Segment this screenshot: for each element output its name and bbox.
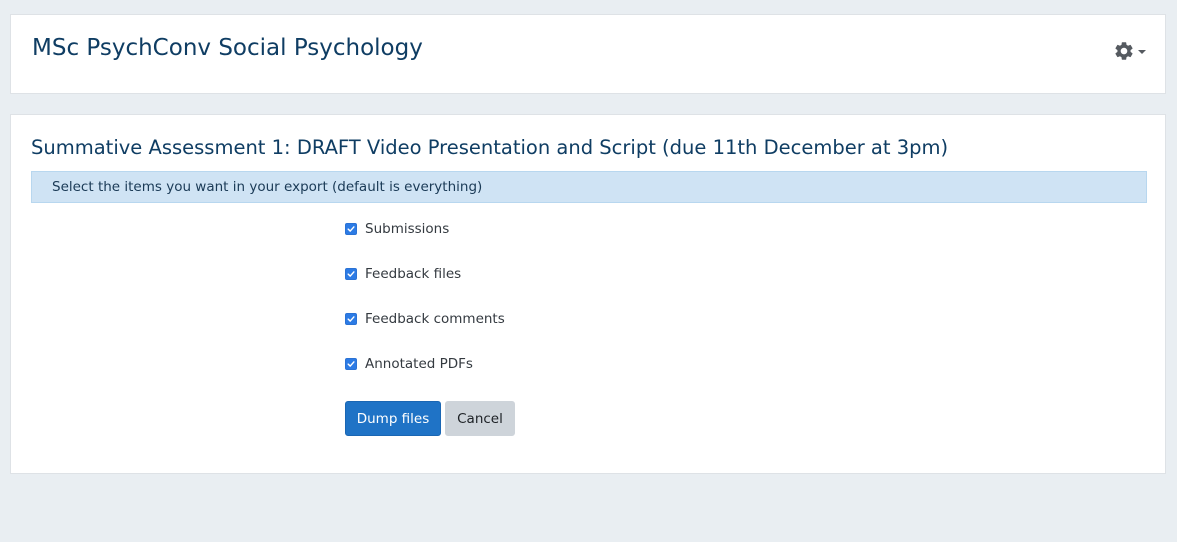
option-submissions[interactable]: Submissions bbox=[345, 221, 449, 237]
option-feedback-comments[interactable]: Feedback comments bbox=[345, 311, 505, 327]
submissions-checkbox[interactable] bbox=[345, 223, 357, 235]
export-form-card: Summative Assessment 1: DRAFT Video Pres… bbox=[10, 114, 1166, 474]
option-label: Annotated PDFs bbox=[365, 356, 473, 372]
header-card: MSc PsychConv Social Psychology bbox=[10, 14, 1166, 94]
course-title: MSc PsychConv Social Psychology bbox=[32, 35, 423, 61]
feedback-comments-checkbox[interactable] bbox=[345, 313, 357, 325]
checkmark-icon bbox=[347, 226, 355, 232]
option-label: Feedback comments bbox=[365, 311, 505, 327]
option-label: Submissions bbox=[365, 221, 450, 237]
assignment-title: Summative Assessment 1: DRAFT Video Pres… bbox=[31, 136, 949, 159]
option-annotated-pdfs[interactable]: Annotated PDFs bbox=[345, 356, 473, 372]
option-feedback-files[interactable]: Feedback files bbox=[345, 266, 461, 282]
dump-files-button[interactable]: Dump files bbox=[345, 401, 441, 436]
feedback-files-checkbox[interactable] bbox=[345, 268, 357, 280]
checkmark-icon bbox=[347, 271, 355, 277]
chevron-down-icon bbox=[1138, 50, 1146, 54]
checkmark-icon bbox=[347, 316, 355, 322]
gear-icon bbox=[1113, 40, 1135, 62]
export-info-notice: Select the items you want in your export… bbox=[31, 171, 1147, 203]
cancel-button[interactable]: Cancel bbox=[445, 401, 515, 436]
annotated-pdfs-checkbox[interactable] bbox=[345, 358, 357, 370]
option-label: Feedback files bbox=[365, 266, 462, 282]
form-actions: Dump files Cancel bbox=[345, 401, 515, 436]
settings-menu-toggle[interactable] bbox=[1113, 40, 1146, 62]
checkmark-icon bbox=[347, 361, 355, 367]
